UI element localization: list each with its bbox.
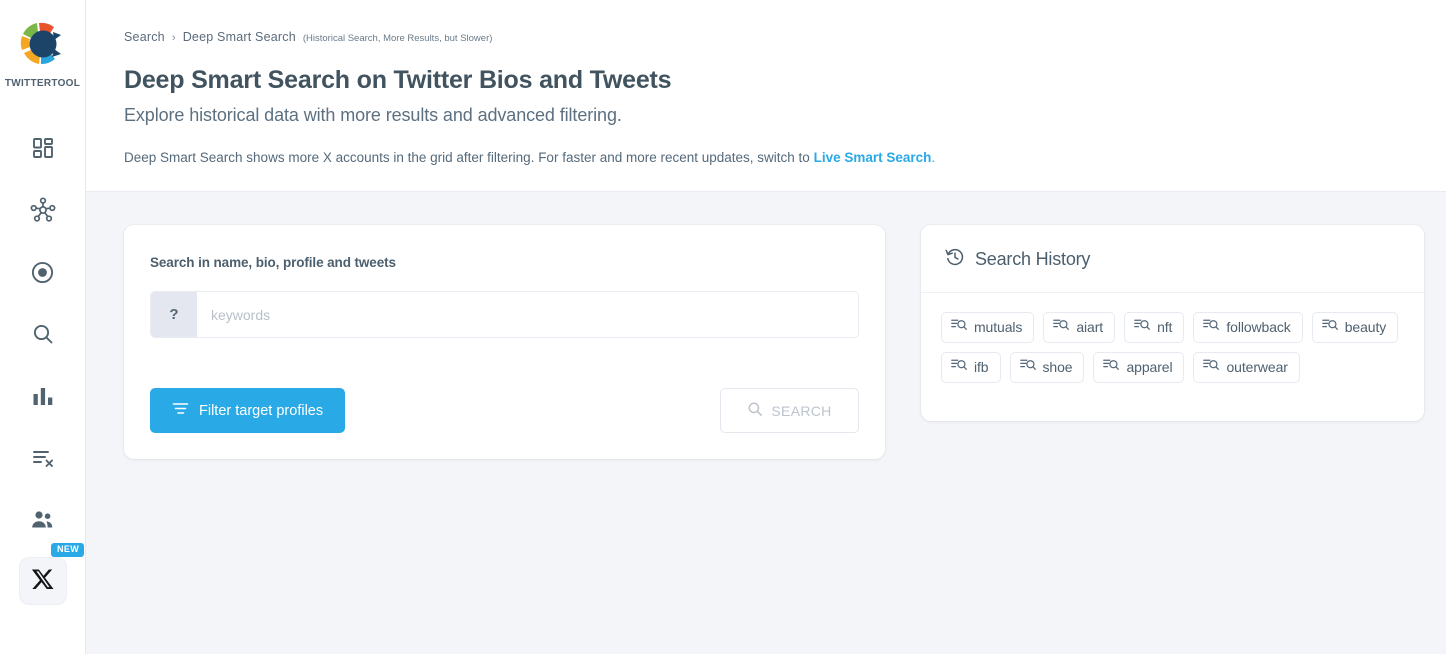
manage-search-icon — [1322, 318, 1338, 337]
page-note-suffix: . — [931, 150, 935, 165]
filter-target-profiles-button[interactable]: Filter target profiles — [150, 388, 345, 433]
list-remove-icon — [31, 446, 55, 470]
manage-search-icon — [1053, 318, 1069, 337]
help-question-icon[interactable]: ? — [151, 292, 197, 337]
filter-icon — [172, 400, 189, 421]
history-tag[interactable]: outerwear — [1193, 352, 1299, 383]
search-history-card: Search History mutuals — [921, 225, 1424, 421]
sidebar: TWITTERTOOL — [0, 0, 86, 654]
sidebar-item-analytics[interactable] — [15, 365, 71, 427]
filter-button-label: Filter target profiles — [199, 403, 323, 419]
history-tag-label: ifb — [974, 358, 989, 377]
search-input-group: ? — [150, 291, 859, 338]
brand-name: TWITTERTOOL — [5, 78, 80, 89]
page-note-text: Deep Smart Search shows more X accounts … — [124, 150, 810, 165]
dashboard-grid-icon — [31, 136, 55, 160]
search-icon — [31, 322, 55, 346]
history-tag[interactable]: ifb — [941, 352, 1001, 383]
bar-chart-icon — [32, 385, 54, 407]
sidebar-item-dashboard[interactable] — [15, 117, 71, 179]
new-badge: NEW — [51, 543, 84, 557]
history-tag[interactable]: nft — [1124, 312, 1184, 343]
sidebar-item-x[interactable] — [19, 557, 67, 605]
page-header: Search › Deep Smart Search (Historical S… — [86, 0, 1446, 192]
search-input[interactable] — [197, 292, 858, 337]
manage-search-icon — [1103, 358, 1119, 377]
x-logo-icon — [31, 567, 55, 596]
page-title: Deep Smart Search on Twitter Bios and Tw… — [124, 66, 1446, 95]
history-clock-icon — [945, 247, 965, 272]
sidebar-item-search[interactable] — [15, 303, 71, 365]
search-history-title: Search History — [975, 249, 1090, 270]
history-tag[interactable]: apparel — [1093, 352, 1184, 383]
search-icon — [747, 401, 763, 420]
breadcrumb: Search › Deep Smart Search (Historical S… — [124, 30, 1446, 44]
history-tag[interactable]: shoe — [1010, 352, 1085, 383]
history-tag-label: shoe — [1043, 358, 1073, 377]
breadcrumb-note: (Historical Search, More Results, but Sl… — [303, 33, 493, 44]
target-circle-icon — [30, 260, 55, 285]
history-tag[interactable]: followback — [1193, 312, 1302, 343]
content-area: Search in name, bio, profile and tweets … — [86, 192, 1446, 459]
manage-search-icon — [1203, 358, 1219, 377]
page-note: Deep Smart Search shows more X accounts … — [124, 150, 1446, 165]
breadcrumb-item-search[interactable]: Search — [124, 30, 165, 44]
history-tag-label: mutuals — [974, 318, 1022, 337]
manage-search-icon — [1134, 318, 1150, 337]
sidebar-item-audience[interactable] — [15, 489, 71, 551]
search-button[interactable]: SEARCH — [720, 388, 859, 433]
brand[interactable]: TWITTERTOOL — [5, 16, 80, 89]
sidebar-item-network[interactable] — [15, 179, 71, 241]
twittertool-logo-icon — [13, 16, 71, 74]
search-button-label: SEARCH — [771, 403, 831, 419]
app-root: TWITTERTOOL — [0, 0, 1446, 654]
x-button-wrapper: NEW — [19, 557, 67, 605]
manage-search-icon — [951, 318, 967, 337]
search-actions: Filter target profiles SEARCH — [150, 388, 859, 433]
history-tag-label: followback — [1226, 318, 1290, 337]
manage-search-icon — [951, 358, 967, 377]
main-content: Search › Deep Smart Search (Historical S… — [86, 0, 1446, 654]
history-tag[interactable]: beauty — [1312, 312, 1398, 343]
sidebar-item-target[interactable] — [15, 241, 71, 303]
search-history-header: Search History — [921, 225, 1424, 293]
search-field-label: Search in name, bio, profile and tweets — [150, 255, 859, 270]
history-tag[interactable]: aiart — [1043, 312, 1115, 343]
sidebar-nav — [0, 117, 85, 551]
breadcrumb-item-current: Deep Smart Search — [183, 30, 296, 44]
users-icon — [30, 508, 55, 533]
history-tag-label: apparel — [1126, 358, 1172, 377]
history-tag-label: outerwear — [1226, 358, 1287, 377]
history-tag[interactable]: mutuals — [941, 312, 1034, 343]
history-tag-label: aiart — [1076, 318, 1103, 337]
page-subtitle: Explore historical data with more result… — [124, 105, 1446, 126]
history-tag-label: beauty — [1345, 318, 1386, 337]
network-nodes-icon — [30, 197, 56, 223]
history-tag-label: nft — [1157, 318, 1172, 337]
breadcrumb-separator-icon: › — [172, 32, 176, 44]
search-history-tags: mutuals aiart — [921, 293, 1424, 421]
live-smart-search-link[interactable]: Live Smart Search — [814, 150, 932, 165]
manage-search-icon — [1203, 318, 1219, 337]
manage-search-icon — [1020, 358, 1036, 377]
sidebar-item-unfollow[interactable] — [15, 427, 71, 489]
search-card: Search in name, bio, profile and tweets … — [124, 225, 885, 459]
